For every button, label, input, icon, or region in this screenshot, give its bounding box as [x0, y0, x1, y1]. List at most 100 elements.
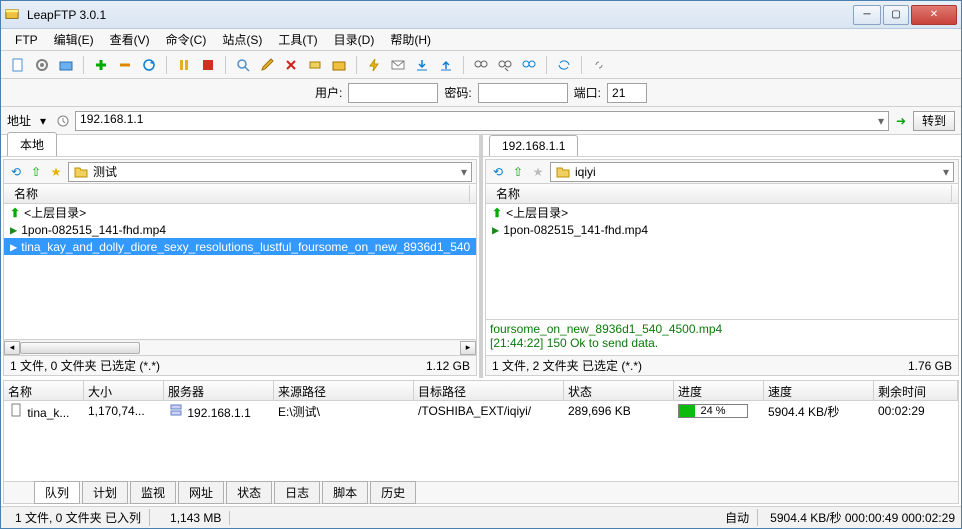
port-input[interactable] — [607, 83, 647, 103]
minimize-button[interactable]: ─ — [853, 5, 881, 25]
tab-plan[interactable]: 计划 — [82, 481, 128, 504]
th-src[interactable]: 来源路径 — [274, 381, 414, 400]
history-icon[interactable] — [55, 113, 71, 129]
remote-back-icon[interactable]: ⟲ — [490, 164, 506, 180]
status-speed: 5904.4 KB/秒 000:00:49 000:02:29 — [770, 509, 955, 526]
tab-local[interactable]: 本地 — [7, 132, 57, 156]
th-progress[interactable]: 进度 — [674, 381, 764, 400]
local-file-row-selected[interactable]: ▶tina_kay_and_dolly_diore_sexy_resolutio… — [4, 238, 476, 255]
close-button[interactable]: ✕ — [911, 5, 957, 25]
local-list-header[interactable]: 名称 — [4, 184, 476, 204]
tab-monitor[interactable]: 监视 — [130, 481, 176, 504]
file-icon — [8, 402, 24, 418]
transfer-header[interactable]: 名称 大小 服务器 来源路径 目标路径 状态 进度 速度 剩余时间 — [4, 381, 958, 401]
toolbar-find2-icon[interactable] — [494, 54, 516, 76]
remote-file-row[interactable]: ▶1pon-082515_141-fhd.mp4 — [486, 221, 958, 238]
toolbar-delete-icon[interactable] — [280, 54, 302, 76]
remote-path-combo[interactable]: iqiyi — [550, 162, 954, 182]
address-dropdown-icon[interactable]: ▾ — [35, 113, 51, 129]
remote-list-body[interactable]: ⬆<上层目录> ▶1pon-082515_141-fhd.mp4 — [486, 204, 958, 319]
menu-help[interactable]: 帮助(H) — [384, 29, 437, 50]
remote-up-dir[interactable]: ⬆<上层目录> — [486, 204, 958, 221]
col-name[interactable]: 名称 — [10, 185, 470, 202]
tab-remote[interactable]: 192.168.1.1 — [489, 135, 578, 156]
toolbar-add-icon[interactable] — [90, 54, 112, 76]
toolbar-remove-icon[interactable] — [114, 54, 136, 76]
toolbar-edit-icon[interactable] — [256, 54, 278, 76]
toolbar-link-icon[interactable] — [588, 54, 610, 76]
video-icon: ▶ — [492, 223, 499, 237]
toolbar-pause-icon[interactable] — [173, 54, 195, 76]
local-file-row[interactable]: ▶1pon-082515_141-fhd.mp4 — [4, 221, 476, 238]
local-up-icon[interactable]: ⇧ — [28, 164, 44, 180]
remote-fav-icon[interactable]: ★ — [530, 164, 546, 180]
local-h-scrollbar[interactable]: ◂ ▸ — [4, 339, 476, 355]
titlebar[interactable]: LeapFTP 3.0.1 ─ ▢ ✕ — [1, 1, 961, 29]
panel-splitter-main[interactable] — [479, 157, 483, 378]
toolbar-search-icon[interactable] — [232, 54, 254, 76]
tab-log[interactable]: 日志 — [274, 481, 320, 504]
th-dst[interactable]: 目标路径 — [414, 381, 564, 400]
toolbar-refresh-icon[interactable] — [138, 54, 160, 76]
local-up-dir[interactable]: ⬆<上层目录> — [4, 204, 476, 221]
local-path-combo[interactable]: 测试 — [68, 162, 472, 182]
remote-panel: ⟲ ⇧ ★ iqiyi 名称 ⬆<上层目录> ▶1pon-082515_141-… — [485, 159, 959, 376]
menu-edit[interactable]: 编辑(E) — [48, 29, 100, 50]
toolbar-new-icon[interactable] — [7, 54, 29, 76]
up-arrow-icon: ⬆ — [10, 206, 20, 220]
tab-queue[interactable]: 队列 — [34, 481, 80, 504]
toolbar-stop-icon[interactable] — [197, 54, 219, 76]
col-name[interactable]: 名称 — [492, 185, 952, 202]
th-status[interactable]: 状态 — [564, 381, 674, 400]
toolbar-folder-icon[interactable] — [55, 54, 77, 76]
remote-list-header[interactable]: 名称 — [486, 184, 958, 204]
maximize-button[interactable]: ▢ — [883, 5, 909, 25]
go-button[interactable]: 转到 — [913, 111, 955, 131]
port-label: 端口: — [574, 84, 601, 101]
menu-tools[interactable]: 工具(T) — [272, 29, 323, 50]
th-speed[interactable]: 速度 — [764, 381, 874, 400]
th-size[interactable]: 大小 — [84, 381, 164, 400]
toolbar-find1-icon[interactable] — [470, 54, 492, 76]
folder-icon — [555, 164, 571, 180]
go-arrow-icon[interactable]: ➜ — [893, 113, 909, 129]
toolbar-newfolder-icon[interactable] — [328, 54, 350, 76]
local-back-icon[interactable]: ⟲ — [8, 164, 24, 180]
th-server[interactable]: 服务器 — [164, 381, 274, 400]
local-list-body[interactable]: ⬆<上层目录> ▶1pon-082515_141-fhd.mp4 ▶tina_k… — [4, 204, 476, 339]
remote-status-right: 1.76 GB — [908, 359, 952, 373]
up-arrow-icon: ⬆ — [492, 206, 502, 220]
menu-view[interactable]: 查看(V) — [104, 29, 156, 50]
toolbar-mail-icon[interactable] — [387, 54, 409, 76]
remote-up-icon[interactable]: ⇧ — [510, 164, 526, 180]
password-input[interactable] — [478, 83, 568, 103]
tab-history[interactable]: 历史 — [370, 481, 416, 504]
user-input[interactable] — [348, 83, 438, 103]
menu-ftp[interactable]: FTP — [9, 31, 44, 49]
menu-directory[interactable]: 目录(D) — [328, 29, 381, 50]
toolbar-find3-icon[interactable] — [518, 54, 540, 76]
th-name[interactable]: 名称 — [4, 381, 84, 400]
th-remain[interactable]: 剩余时间 — [874, 381, 958, 400]
statusbar: 1 文件, 0 文件夹 已入列 1,143 MB 自动 5904.4 KB/秒 … — [1, 506, 961, 528]
toolbar-gear-icon[interactable] — [31, 54, 53, 76]
tab-url[interactable]: 网址 — [178, 481, 224, 504]
menu-command[interactable]: 命令(C) — [160, 29, 213, 50]
local-status-right: 1.12 GB — [426, 359, 470, 373]
tab-script[interactable]: 脚本 — [322, 481, 368, 504]
local-fav-icon[interactable]: ★ — [48, 164, 64, 180]
toolbar-bolt-icon[interactable] — [363, 54, 385, 76]
address-input[interactable]: 192.168.1.1 — [75, 111, 889, 131]
menu-sites[interactable]: 站点(S) — [216, 29, 268, 50]
tab-status[interactable]: 状态 — [226, 481, 272, 504]
video-icon: ▶ — [10, 240, 17, 254]
status-size: 1,143 MB — [162, 511, 230, 525]
scroll-left-icon[interactable]: ◂ — [4, 341, 20, 355]
transfer-row[interactable]: tina_k... 1,170,74... 192.168.1.1 E:\测试\… — [4, 401, 958, 421]
toolbar-upload-icon[interactable] — [435, 54, 457, 76]
local-path-text: 测试 — [93, 163, 117, 180]
toolbar-download-icon[interactable] — [411, 54, 433, 76]
scroll-right-icon[interactable]: ▸ — [460, 341, 476, 355]
toolbar-rename-icon[interactable] — [304, 54, 326, 76]
toolbar-sync-icon[interactable] — [553, 54, 575, 76]
